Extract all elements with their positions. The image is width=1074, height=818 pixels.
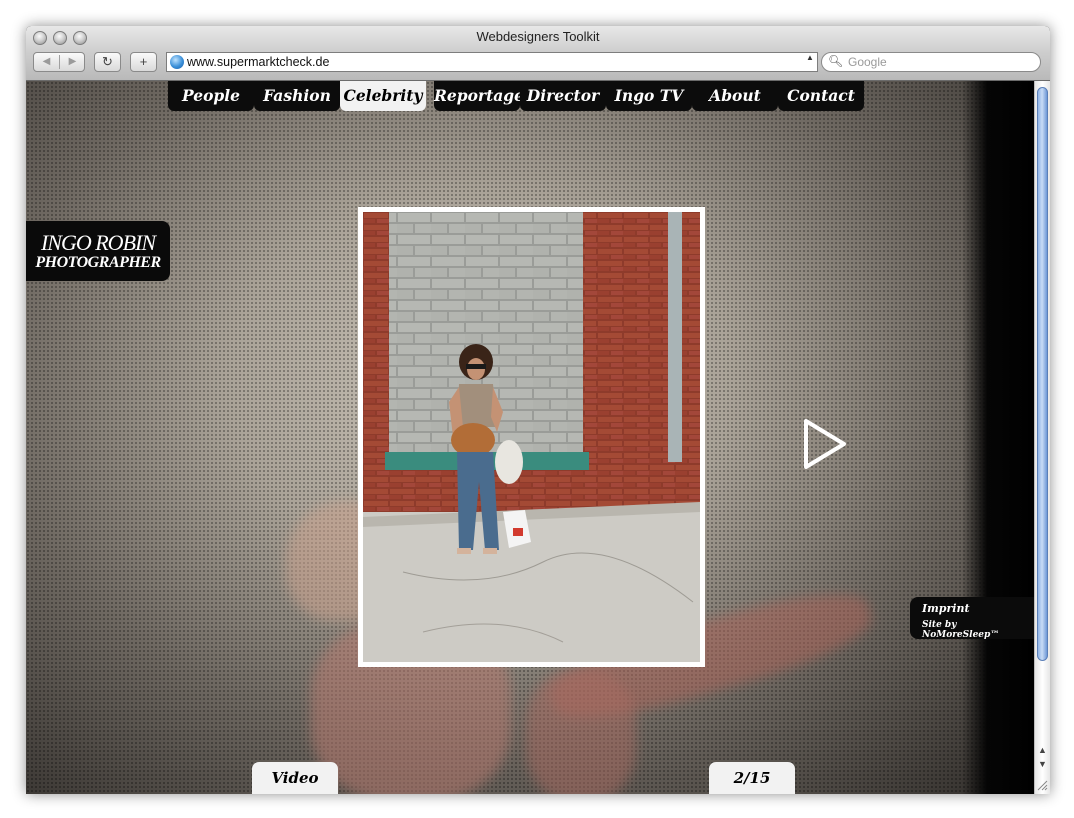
imprint-panel: Imprint Site by NoMoreSleep™ xyxy=(910,597,1034,640)
address-bar[interactable]: www.supermarktcheck.de xyxy=(166,52,818,72)
nav-tab-celebrity[interactable]: Celebrity xyxy=(340,81,426,111)
brand-logo[interactable]: INGO ROBIN PHOTOGRAPHER xyxy=(26,221,170,281)
search-field[interactable]: 🔍︎ Google xyxy=(821,52,1041,72)
browser-titlebar: Webdesigners Toolkit ◀ ▶ ↻ + www.superma… xyxy=(26,26,1050,81)
browser-window: Webdesigners Toolkit ◀ ▶ ↻ + www.superma… xyxy=(26,26,1050,794)
site-credit-link[interactable]: Site by NoMoreSleep™ xyxy=(922,620,1034,640)
nav-tab-reportage[interactable]: Reportage xyxy=(434,81,524,111)
image-counter: 2/15 xyxy=(709,762,795,794)
nav-tab-about[interactable]: About xyxy=(692,81,778,111)
nav-tab-director[interactable]: Director xyxy=(520,81,606,111)
url-dropdown-icon[interactable]: ▲ xyxy=(806,53,814,62)
background-blur xyxy=(526,671,636,794)
background-shadow xyxy=(962,81,1034,794)
history-buttons: ◀ ▶ xyxy=(33,52,85,72)
nav-tab-contact[interactable]: Contact xyxy=(778,81,864,111)
nav-tab-people[interactable]: People xyxy=(168,81,254,111)
reload-button[interactable]: ↻ xyxy=(94,52,121,72)
main-navigation: People Fashion Celebrity Reportage Direc… xyxy=(168,81,864,111)
resize-handle-icon[interactable] xyxy=(1036,779,1048,791)
scroll-up-icon[interactable]: ▲ xyxy=(1038,745,1047,755)
brand-name: INGO ROBIN xyxy=(40,230,156,255)
vertical-scrollbar[interactable]: ▲ ▼ xyxy=(1034,81,1050,794)
imprint-link[interactable]: Imprint xyxy=(922,602,970,615)
play-arrow-icon[interactable] xyxy=(800,417,850,471)
url-text[interactable]: www.supermarktcheck.de xyxy=(187,54,329,70)
reload-icon: ↻ xyxy=(102,54,113,69)
search-icon: 🔍︎ xyxy=(828,54,844,68)
video-button[interactable]: Video xyxy=(252,762,338,794)
globe-icon xyxy=(170,55,184,69)
gallery-photo-frame xyxy=(358,207,705,667)
add-bookmark-button[interactable]: + xyxy=(130,52,157,72)
gallery-photo[interactable] xyxy=(363,212,700,662)
window-title: Webdesigners Toolkit xyxy=(476,29,600,44)
back-arrow-icon[interactable]: ◀ xyxy=(34,53,59,71)
page-content: People Fashion Celebrity Reportage Direc… xyxy=(26,81,1034,794)
forward-arrow-icon[interactable]: ▶ xyxy=(60,53,85,71)
scroll-down-icon[interactable]: ▼ xyxy=(1038,759,1047,769)
nav-tab-fashion[interactable]: Fashion xyxy=(254,81,340,111)
nav-tab-ingo-tv[interactable]: Ingo TV xyxy=(606,81,692,111)
scrollbar-thumb[interactable] xyxy=(1037,87,1048,661)
search-placeholder: Google xyxy=(848,55,887,69)
brand-tagline: PHOTOGRAPHER xyxy=(35,254,161,271)
photo-illustration xyxy=(363,212,700,662)
